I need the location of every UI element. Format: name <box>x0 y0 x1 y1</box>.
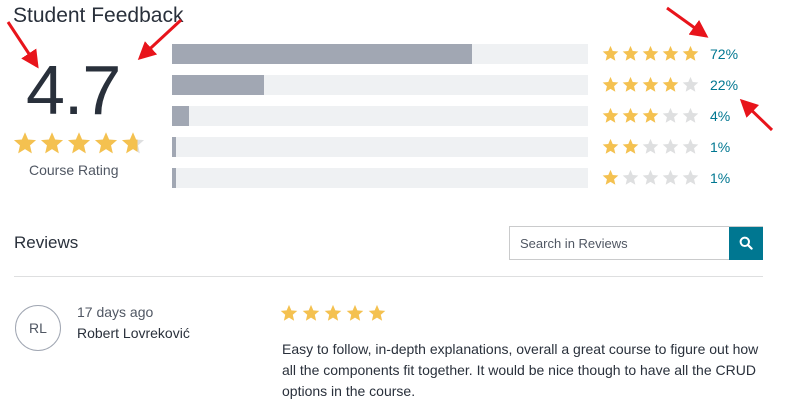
star-icon <box>94 132 118 154</box>
average-rating-stars <box>13 131 145 155</box>
rating-bar-fill <box>172 168 177 188</box>
star-empty-icon <box>682 169 699 185</box>
star-empty-icon <box>662 107 679 123</box>
star-icon <box>602 138 619 154</box>
arrow-to-second-percent <box>739 98 774 132</box>
rating-row-stars-2 <box>602 138 699 155</box>
star-icon <box>368 304 386 321</box>
star-icon <box>67 132 91 154</box>
star-empty-icon <box>642 138 659 154</box>
rating-percent-1[interactable]: 1% <box>710 170 730 186</box>
rating-bar-fill <box>172 106 189 126</box>
star-icon <box>642 76 659 92</box>
star-icon <box>602 76 619 92</box>
review-search-input[interactable] <box>510 227 729 259</box>
rating-bar-fill <box>172 75 264 95</box>
rating-bar-3-star[interactable] <box>172 106 588 126</box>
rating-row-stars-4 <box>602 76 699 93</box>
search-icon <box>739 236 753 250</box>
star-icon <box>642 45 659 61</box>
rating-percent-5[interactable]: 72% <box>710 46 738 62</box>
review-time-ago: 17 days ago <box>77 304 154 320</box>
review-text: Easy to follow, in-depth explanations, o… <box>282 341 759 399</box>
rating-percent-2[interactable]: 1% <box>710 139 730 155</box>
star-empty-icon <box>682 138 699 154</box>
star-icon <box>622 45 639 61</box>
rating-bar-2-star[interactable] <box>172 137 588 157</box>
star-empty-icon <box>682 76 699 92</box>
reviews-heading: Reviews <box>14 233 79 252</box>
review-stars <box>280 304 386 322</box>
rating-bar-fill <box>172 44 472 64</box>
star-icon <box>602 169 619 185</box>
reviews-divider <box>14 276 763 277</box>
star-icon <box>324 304 342 321</box>
star-icon <box>622 76 639 92</box>
rating-bar-fill <box>172 137 177 157</box>
star-empty-icon <box>682 107 699 123</box>
section-title: Student Feedback <box>13 4 184 27</box>
search-button[interactable] <box>729 226 763 260</box>
rating-bar-5-star[interactable] <box>172 44 588 64</box>
rating-bar-4-star[interactable] <box>172 75 588 95</box>
star-icon <box>622 138 639 154</box>
star-icon <box>346 304 364 321</box>
star-icon <box>602 107 619 123</box>
review-search <box>509 226 763 260</box>
star-empty-icon <box>662 169 679 185</box>
star-icon <box>302 304 320 321</box>
star-icon <box>602 45 619 61</box>
star-icon <box>662 76 679 92</box>
star-icon <box>40 132 64 154</box>
star-empty-icon <box>642 169 659 185</box>
star-icon <box>280 304 298 321</box>
star-empty-icon <box>622 169 639 185</box>
rating-percent-3[interactable]: 4% <box>710 108 730 124</box>
star-icon <box>682 45 699 61</box>
average-rating: 4.7 <box>26 51 121 129</box>
arrow-to-top-percent <box>666 6 709 38</box>
rating-row-stars-1 <box>602 169 699 186</box>
reviewer-name: Robert Lovreković <box>77 325 190 341</box>
star-icon <box>642 107 659 123</box>
course-rating-label: Course Rating <box>29 162 119 178</box>
rating-row-stars-5 <box>602 45 699 62</box>
star-icon <box>13 132 37 154</box>
star-icon <box>662 45 679 61</box>
star-icon <box>622 107 639 123</box>
star-icon <box>121 132 145 154</box>
avatar[interactable]: RL <box>15 305 61 351</box>
rating-bar-1-star[interactable] <box>172 168 588 188</box>
rating-percent-4[interactable]: 22% <box>710 77 738 93</box>
star-empty-icon <box>662 138 679 154</box>
rating-row-stars-3 <box>602 107 699 124</box>
